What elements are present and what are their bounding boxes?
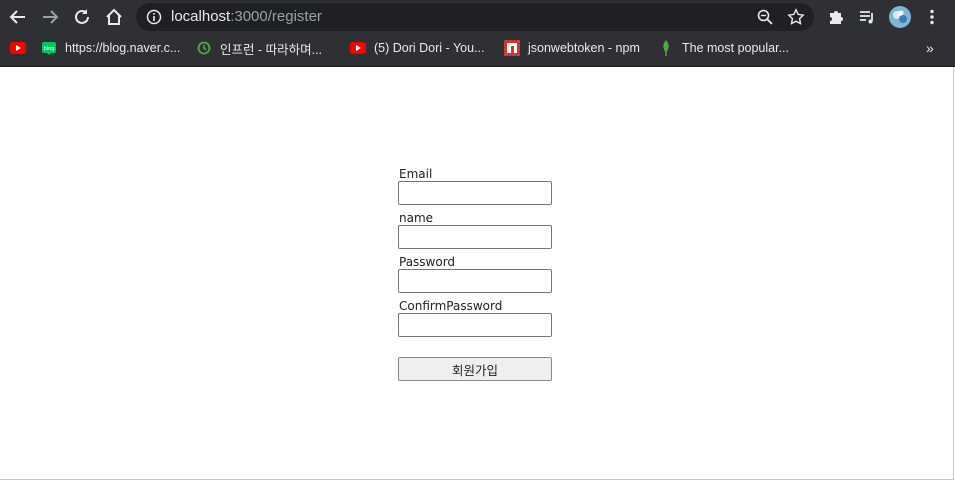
mongodb-leaf-icon: [658, 40, 674, 56]
url-host: localhost: [171, 8, 231, 25]
bookmarks-overflow-button[interactable]: »: [926, 34, 934, 62]
bookmark-inflearn[interactable]: 인프런 - 따라하며...: [196, 34, 322, 62]
forward-button[interactable]: [36, 3, 64, 31]
bookmark-label: https://blog.naver.c...: [65, 41, 181, 55]
youtube-icon: [10, 40, 26, 56]
svg-text:blog: blog: [44, 46, 55, 52]
email-field[interactable]: [398, 181, 552, 205]
bookmark-label: The most popular...: [682, 41, 790, 55]
confirm-password-label: ConfirmPassword: [399, 299, 503, 313]
arrow-left-icon: [9, 10, 25, 24]
media-button[interactable]: [853, 3, 881, 31]
npm-icon: [504, 40, 520, 56]
register-form: Email name Password ConfirmPassword 회원가입: [398, 167, 558, 381]
email-label: Email: [399, 167, 433, 181]
info-icon: [146, 9, 162, 25]
page-content: Email name Password ConfirmPassword 회원가입: [0, 67, 954, 480]
inflearn-icon: [196, 40, 212, 56]
menu-button[interactable]: [918, 3, 946, 31]
url-path: :3000/register: [230, 8, 322, 25]
bookmark-label: jsonwebtoken - npm: [528, 41, 640, 55]
bookmark-dori-dori[interactable]: (5) Dori Dori - You...: [350, 34, 484, 62]
profile-button[interactable]: [886, 3, 914, 31]
name-field[interactable]: [398, 225, 552, 249]
extensions-button[interactable]: [822, 3, 850, 31]
home-icon: [106, 8, 122, 25]
password-label: Password: [399, 255, 456, 269]
url-text[interactable]: localhost:3000/register: [171, 8, 322, 25]
bookmark-label: (5) Dori Dori - You...: [374, 41, 485, 55]
bookmark-label: 인프런 - 따라하며...: [220, 42, 323, 57]
home-button[interactable]: [100, 3, 128, 31]
zoom-icon[interactable]: [756, 8, 774, 26]
bookmarks-bar: blog https://blog.naver.c... 인프런 - 따라하며.…: [0, 34, 955, 67]
youtube-icon: [350, 40, 366, 56]
bookmark-naver-blog[interactable]: blog https://blog.naver.c...: [41, 34, 180, 62]
password-field[interactable]: [398, 269, 552, 293]
kebab-menu-icon: [930, 9, 934, 25]
name-label: name: [399, 211, 434, 225]
bookmark-youtube[interactable]: [10, 34, 34, 62]
browser-window: localhost:3000/register blog https://blo…: [0, 0, 955, 480]
puzzle-icon: [830, 11, 843, 24]
bookmark-mongodb[interactable]: The most popular...: [658, 34, 789, 62]
star-icon[interactable]: [787, 8, 805, 26]
bookmark-jsonwebtoken[interactable]: jsonwebtoken - npm: [504, 34, 640, 62]
naver-blog-icon: blog: [41, 40, 57, 56]
register-button[interactable]: 회원가입: [398, 357, 552, 381]
avatar: [889, 6, 911, 28]
reload-icon: [75, 9, 89, 24]
back-button[interactable]: [4, 3, 32, 31]
playlist-icon: [860, 11, 873, 24]
reload-button[interactable]: [68, 3, 96, 31]
address-bar[interactable]: localhost:3000/register: [136, 3, 814, 31]
chevron-double-right-icon: »: [926, 40, 934, 56]
arrow-right-icon: [43, 10, 59, 24]
browser-toolbar: localhost:3000/register: [0, 0, 955, 34]
confirm-password-field[interactable]: [398, 313, 552, 337]
